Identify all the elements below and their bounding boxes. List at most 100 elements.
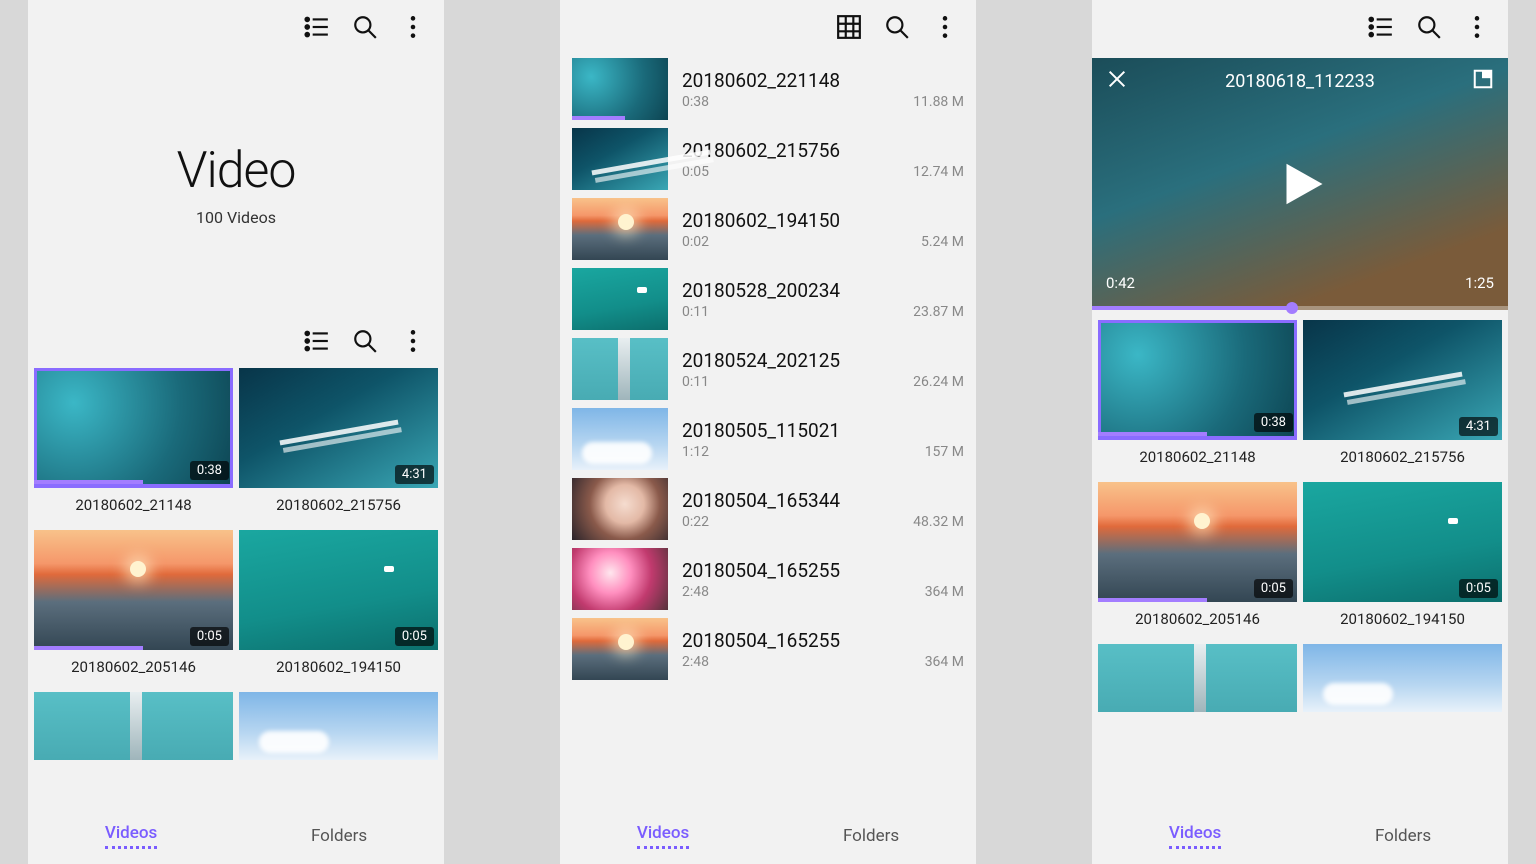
more-icon[interactable] [1464,14,1490,40]
video-thumb[interactable]: 0:38 [34,368,233,488]
list-item[interactable]: 20180602_1941500:025.24 M [560,194,976,264]
video-thumb[interactable]: 0:05 [239,530,438,650]
list-item[interactable]: 20180602_2157560:0512.74 M [560,124,976,194]
search-icon[interactable] [352,14,378,40]
list-item[interactable]: 20180504_1652552:48364 M [560,544,976,614]
tab-folders[interactable]: Folders [843,826,899,846]
video-thumb[interactable] [572,58,668,120]
filesize-text: 12.74 M [913,164,964,180]
duration-badge: 0:05 [395,627,434,646]
video-thumb[interactable] [1098,644,1297,712]
video-grid[interactable]: 0:3820180602_211484:3120180602_2157560:0… [28,368,444,808]
video-thumb[interactable] [572,128,668,190]
video-name: 20180528_200234 [682,279,964,302]
list-item[interactable]: 20180528_2002340:1123.87 M [560,264,976,334]
play-button[interactable] [1273,157,1327,211]
video-thumb[interactable]: 0:05 [1098,482,1297,602]
more-icon[interactable] [400,328,426,354]
list-item[interactable]: 20180524_2021250:1126.24 M [560,334,976,404]
list-item-info: 20180602_2157560:0512.74 M [682,139,964,180]
video-thumb[interactable]: 4:31 [1303,320,1502,440]
video-thumb[interactable] [1303,644,1502,712]
list-view-icon[interactable] [304,14,330,40]
video-card[interactable]: 20180524_202125 [1303,644,1502,712]
toolbar [560,0,976,54]
list-item-meta: 0:3811.88 M [682,94,964,110]
video-card[interactable]: 0:38 20180602_21148 [34,368,233,524]
list-item-meta: 0:025.24 M [682,234,964,250]
video-thumb[interactable] [239,692,438,760]
tab-videos[interactable]: Videos [105,823,157,849]
video-name: 20180504_165255 [682,629,964,652]
search-icon[interactable] [1416,14,1442,40]
video-thumb[interactable] [572,198,668,260]
tab-videos[interactable]: Videos [1169,823,1221,849]
video-thumb[interactable] [572,268,668,330]
video-card[interactable]: 0:05 20180602_194150 [239,530,438,686]
duration-text: 0:11 [682,304,709,320]
video-card[interactable]: 0:0520180602_205146 [1098,482,1297,638]
duration-text: 1:12 [682,444,709,460]
list-item-info: 20180504_1652552:48364 M [682,559,964,600]
duration-text: 2:48 [682,654,709,670]
more-icon[interactable] [932,14,958,40]
video-card[interactable]: 20180528_200234 [34,692,233,760]
video-card[interactable]: 0:0520180602_205146 [34,530,233,686]
video-card[interactable]: 20180524_202125 [239,692,438,760]
video-card[interactable]: 4:3120180602_215756 [239,368,438,524]
screen-player: 20180618_112233 0:42 1:25 0:3820180602_2… [1092,0,1508,864]
more-icon[interactable] [400,14,426,40]
video-thumb[interactable] [572,338,668,400]
grid-view-icon[interactable] [836,14,862,40]
video-list[interactable]: 20180602_2211480:3811.88 M20180602_21575… [560,54,976,808]
duration-badge: 0:05 [190,627,229,646]
list-item-info: 20180524_2021250:1126.24 M [682,349,964,390]
duration-text: 0:02 [682,234,709,250]
toolbar [1092,0,1508,54]
popout-icon[interactable] [1472,68,1494,94]
video-card[interactable]: 0:0520180602_194150 [1303,482,1502,638]
list-item[interactable]: 20180602_2211480:3811.88 M [560,54,976,124]
video-thumb[interactable] [34,692,233,760]
video-name: 20180602_194150 [239,650,438,686]
progress-bar[interactable] [1092,306,1508,310]
video-card[interactable]: 0:3820180602_21148 [1098,320,1297,476]
search-icon[interactable] [352,328,378,354]
filesize-text: 11.88 M [913,94,964,110]
video-thumb[interactable]: 0:05 [1303,482,1502,602]
duration-badge: 0:38 [190,461,229,480]
tab-videos[interactable]: Videos [637,823,689,849]
video-card[interactable]: 4:3120180602_215756 [1303,320,1502,476]
duration-text: 0:05 [682,164,709,180]
video-name: 20180602_21148 [34,488,233,524]
video-thumb[interactable]: 0:05 [34,530,233,650]
filesize-text: 48.32 M [913,514,964,530]
filesize-text: 364 M [925,584,964,600]
list-item[interactable]: 20180504_1652552:48364 M [560,614,976,684]
list-item[interactable]: 20180505_1150211:12157 M [560,404,976,474]
video-player[interactable]: 20180618_112233 0:42 1:25 [1092,58,1508,310]
duration-badge: 0:05 [1254,579,1293,598]
video-thumb[interactable]: 0:38 [1098,320,1297,440]
video-card[interactable]: 20180528_200234 [1098,644,1297,712]
search-icon[interactable] [884,14,910,40]
video-thumb[interactable] [572,548,668,610]
video-thumb[interactable]: 4:31 [239,368,438,488]
video-thumb[interactable] [572,408,668,470]
list-view-icon[interactable] [1368,14,1394,40]
list-item-info: 20180602_2211480:3811.88 M [682,69,964,110]
list-item[interactable]: 20180504_1653440:2248.32 M [560,474,976,544]
video-thumb[interactable] [572,478,668,540]
list-item-info: 20180504_1653440:2248.32 M [682,489,964,530]
video-name: 20180602_21148 [1098,440,1297,476]
bottom-tabs: Videos Folders [1092,808,1508,864]
close-icon[interactable] [1106,68,1128,94]
tab-folders[interactable]: Folders [1375,826,1431,846]
video-name: 20180602_215756 [239,488,438,524]
duration-badge: 0:05 [1459,579,1498,598]
tab-folders[interactable]: Folders [311,826,367,846]
list-view-icon[interactable] [304,328,330,354]
video-grid[interactable]: 0:3820180602_211484:3120180602_2157560:0… [1092,320,1508,808]
list-item-info: 20180505_1150211:12157 M [682,419,964,460]
video-thumb[interactable] [572,618,668,680]
